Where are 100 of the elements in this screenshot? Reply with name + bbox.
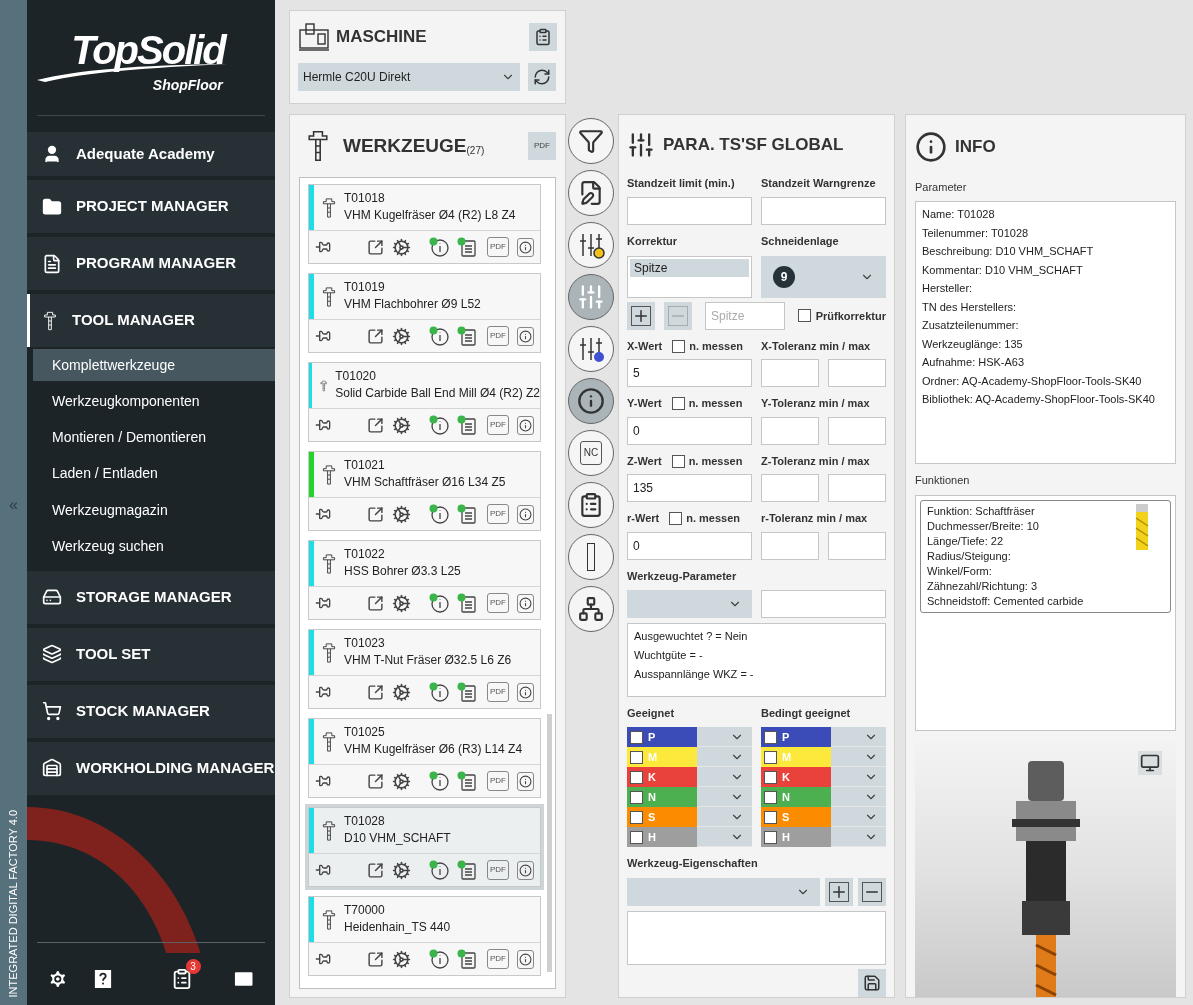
tool-card[interactable]: T01018 VHM Kugelfräser Ø4 (R2) L8 Z4 PDF [308, 184, 541, 264]
open-external-icon[interactable] [367, 327, 384, 345]
pdf-button[interactable]: PDF [487, 860, 509, 880]
nav-item[interactable]: Adequate Academy [27, 132, 275, 176]
pdf-button[interactable]: PDF [487, 504, 509, 524]
input-field[interactable] [627, 197, 752, 226]
add-info-icon[interactable] [429, 682, 449, 702]
checkbox[interactable] [764, 730, 777, 744]
open-external-icon[interactable] [367, 238, 384, 256]
checkbox[interactable] [797, 309, 811, 323]
input-field[interactable] [828, 359, 886, 388]
add-document-icon[interactable] [457, 949, 477, 969]
add-info-icon[interactable] [429, 771, 449, 791]
input-field[interactable] [761, 416, 819, 445]
material-tag[interactable]: P [761, 727, 831, 748]
gear-icon[interactable] [392, 504, 411, 524]
input-field[interactable]: 0 [627, 416, 752, 445]
info-button[interactable] [517, 415, 534, 435]
add-info-icon[interactable] [429, 593, 449, 613]
add-info-icon[interactable] [429, 237, 449, 257]
add-document-icon[interactable] [457, 682, 477, 702]
info-button[interactable] [517, 326, 534, 346]
checkbox[interactable] [630, 830, 643, 844]
add-info-icon[interactable] [429, 949, 449, 969]
tool-button[interactable] [568, 534, 614, 580]
checkbox[interactable] [764, 750, 777, 764]
list-item[interactable]: Spitze [630, 258, 749, 277]
tool-card[interactable]: T01022 HSS Bohrer Ø3.3 L25 PDF [308, 540, 541, 620]
checkbox[interactable] [630, 810, 643, 824]
tool-button[interactable] [568, 326, 614, 372]
gear-icon[interactable] [392, 593, 411, 613]
add-document-icon[interactable] [457, 415, 477, 435]
nav-item[interactable]: PROGRAM MANAGER [27, 237, 275, 290]
tool-button[interactable] [568, 586, 614, 632]
tool-card[interactable]: T01021 VHM Schaftfräser Ø16 L34 Z5 PDF [308, 451, 541, 531]
help-icon[interactable] [93, 968, 112, 990]
tool-button[interactable] [568, 482, 614, 528]
add-document-icon[interactable] [457, 771, 477, 791]
checkbox[interactable] [630, 730, 643, 744]
nav-item[interactable]: STORAGE MANAGER [27, 570, 275, 624]
tool-button[interactable] [568, 170, 614, 216]
checkbox[interactable] [764, 830, 777, 844]
checkbox[interactable] [669, 512, 683, 526]
checkbox[interactable] [671, 397, 685, 411]
pin-icon[interactable] [315, 773, 331, 789]
submenu-item[interactable]: Werkzeugkomponenten [33, 385, 275, 418]
pdf-button[interactable]: PDF [487, 326, 509, 346]
add-info-icon[interactable] [429, 504, 449, 524]
open-external-icon[interactable] [367, 594, 384, 612]
material-tag[interactable]: K [761, 767, 831, 788]
checkbox[interactable] [764, 810, 777, 824]
tool-card[interactable]: T01028 D10 VHM_SCHAFT PDF [308, 807, 541, 887]
pdf-button[interactable]: PDF [487, 771, 509, 791]
tool-button[interactable] [568, 378, 614, 424]
add-info-icon[interactable] [429, 415, 449, 435]
tool-button[interactable] [568, 222, 614, 268]
pdf-button[interactable]: PDF [487, 682, 509, 702]
add-info-icon[interactable] [429, 326, 449, 346]
remove-button[interactable] [858, 877, 886, 906]
pin-icon[interactable] [315, 595, 331, 611]
input-field[interactable]: Spitze [705, 301, 785, 330]
pin-icon[interactable] [315, 506, 331, 522]
info-button[interactable] [517, 682, 534, 702]
open-external-icon[interactable] [367, 950, 384, 968]
tool-card[interactable]: T01023 VHM T-Nut Fräser Ø32.5 L6 Z6 PDF [308, 629, 541, 709]
pdf-button[interactable]: PDF [487, 949, 509, 969]
input-field[interactable]: 135 [627, 474, 752, 503]
input-field[interactable] [761, 197, 886, 226]
info-button[interactable] [517, 949, 534, 969]
checkbox[interactable] [764, 770, 777, 784]
add-document-icon[interactable] [457, 860, 477, 880]
add-info-icon[interactable] [429, 860, 449, 880]
add-document-icon[interactable] [457, 504, 477, 524]
info-button[interactable] [517, 237, 534, 257]
gear-icon[interactable] [392, 415, 411, 435]
checkbox[interactable] [630, 770, 643, 784]
refresh-button[interactable] [528, 63, 556, 91]
tool-card[interactable]: T01020 Solid Carbide Ball End Mill Ø4 (R2) Z2 PDF [308, 362, 541, 442]
pdf-button[interactable]: PDF [487, 415, 509, 435]
view-toggle-icon[interactable] [1138, 751, 1162, 775]
gear-icon[interactable] [392, 237, 411, 257]
input-field[interactable] [761, 359, 819, 388]
info-button[interactable] [517, 593, 534, 613]
scrollbar[interactable] [547, 714, 552, 972]
open-external-icon[interactable] [367, 861, 384, 879]
gear-icon[interactable] [392, 682, 411, 702]
add-button[interactable] [825, 877, 853, 906]
nav-item[interactable]: TOOL MANAGER [27, 294, 275, 347]
submenu-item[interactable]: Werkzeugmagazin [33, 494, 275, 527]
open-external-icon[interactable] [367, 772, 384, 790]
checkbox[interactable] [671, 454, 685, 468]
tool-card[interactable]: T01019 VHM Flachbohrer Ø9 L52 PDF [308, 273, 541, 353]
input-field[interactable] [761, 531, 819, 560]
input-field[interactable] [761, 590, 886, 619]
open-external-icon[interactable] [367, 505, 384, 523]
pin-icon[interactable] [315, 862, 331, 878]
pin-icon[interactable] [315, 328, 331, 344]
input-field[interactable] [828, 474, 886, 503]
open-external-icon[interactable] [367, 416, 384, 434]
checkbox[interactable] [630, 790, 643, 804]
